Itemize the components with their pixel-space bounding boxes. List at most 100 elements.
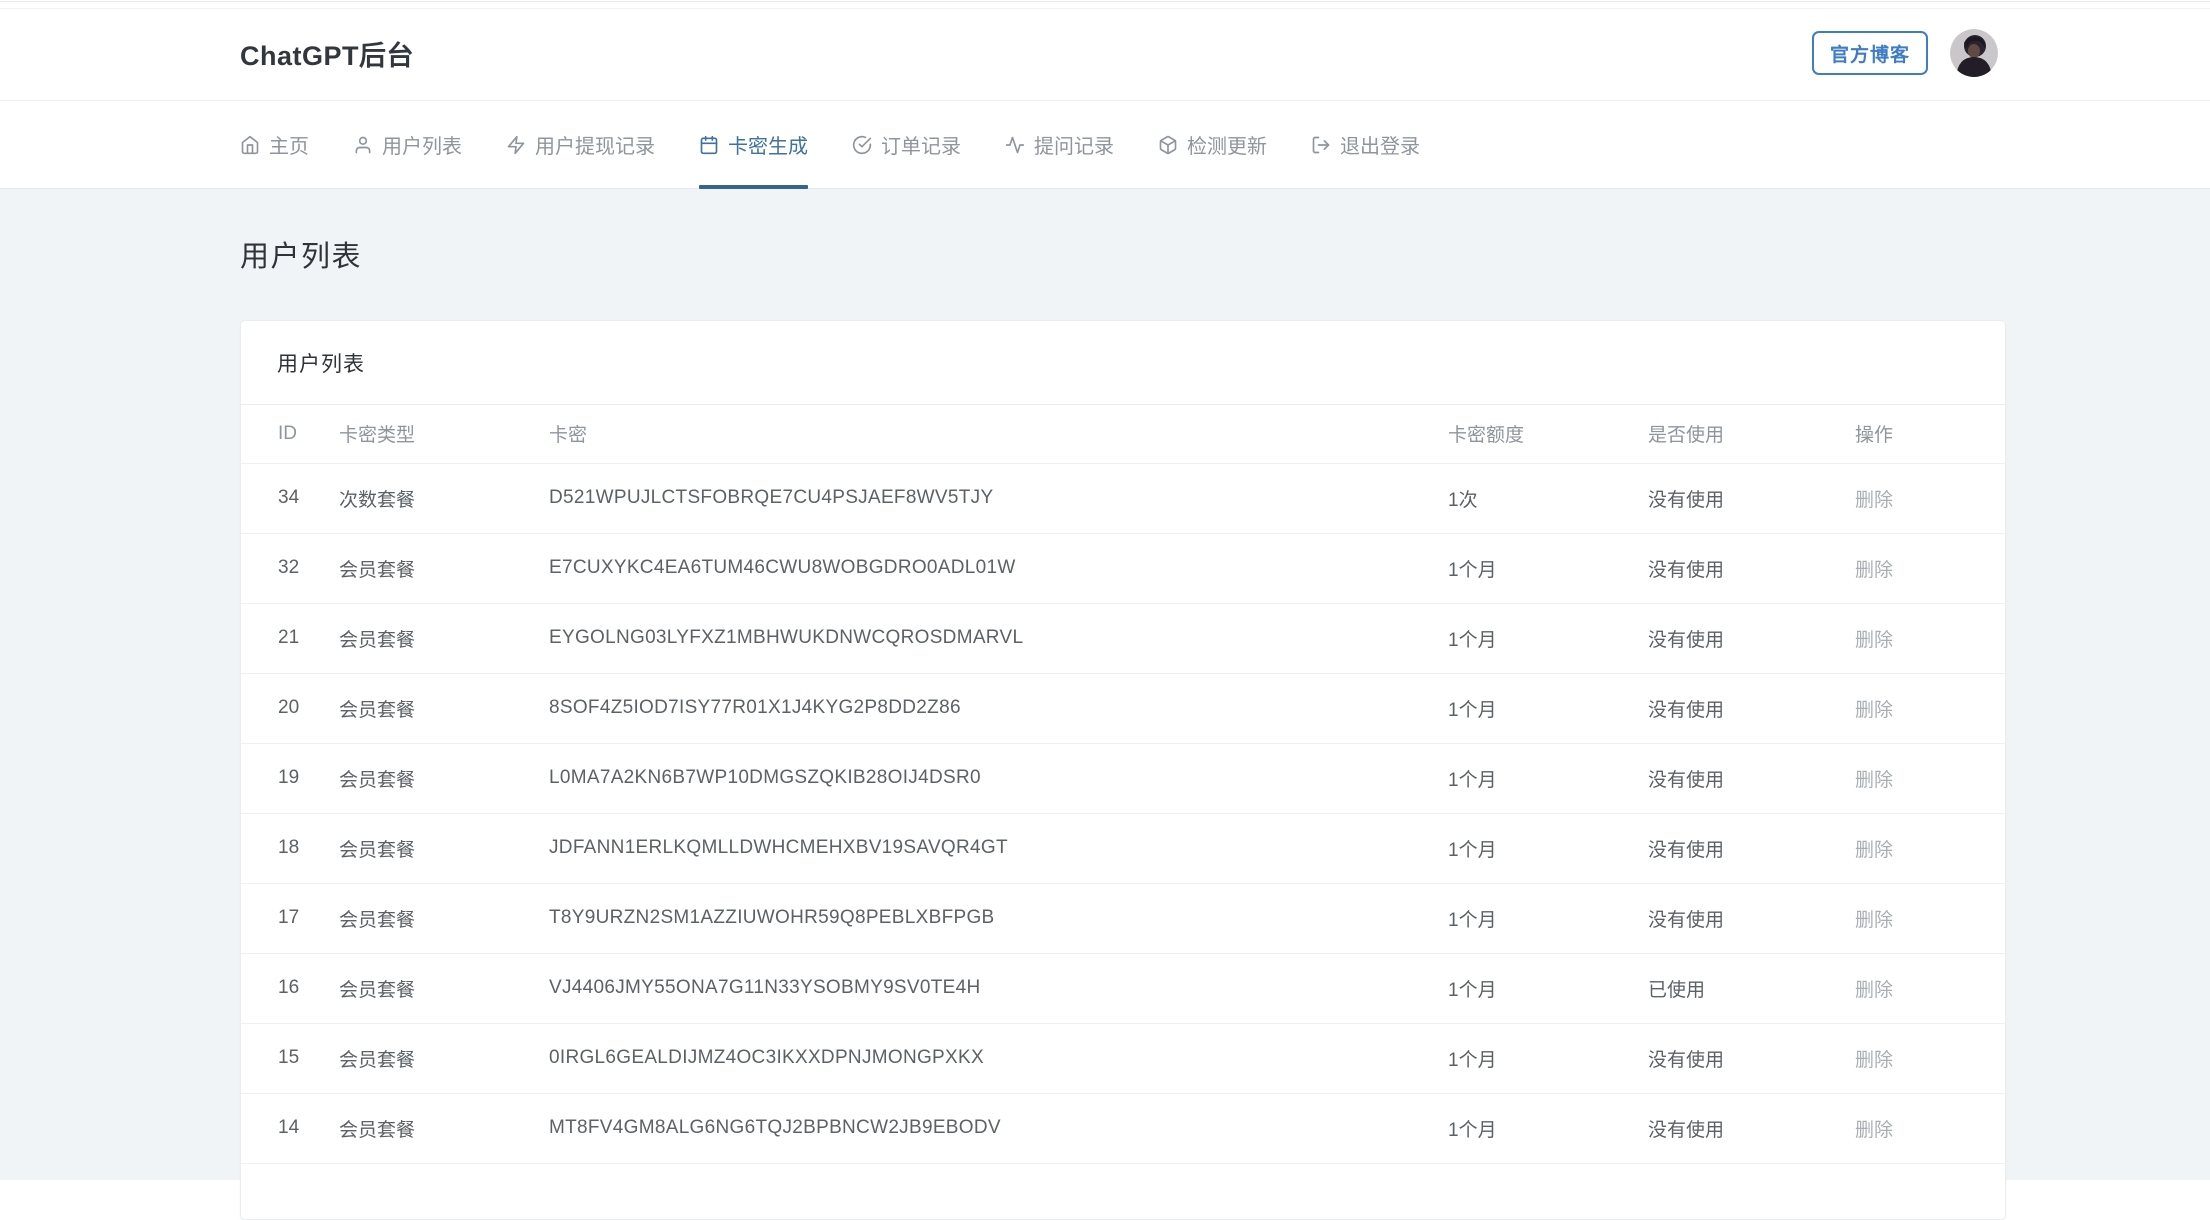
table-row: 20 会员套餐 8SOF4Z5IOD7ISY77R01X1J4KYG2P8DD2… bbox=[241, 673, 2007, 744]
card-keys-panel: 用户列表 ID 卡密类型 卡密 卡密额度 是否使用 操作 34 次数套餐 D52… bbox=[240, 320, 2007, 1220]
row-quota: 1个月 bbox=[1447, 673, 1647, 744]
row-id: 15 bbox=[241, 1023, 338, 1094]
nav-item-log-out[interactable]: 退出登录 bbox=[1311, 101, 1420, 188]
delete-button[interactable]: 删除 bbox=[1855, 1050, 1893, 1071]
top-hairline-2 bbox=[0, 8, 2210, 9]
page-title: 用户列表 bbox=[240, 241, 363, 273]
keys-table: ID 卡密类型 卡密 卡密额度 是否使用 操作 34 次数套餐 D521WPUJ… bbox=[241, 405, 2007, 1164]
nav-item-label: 主页 bbox=[269, 136, 309, 158]
nav-item-package[interactable]: 检测更新 bbox=[1158, 101, 1267, 188]
row-type: 会员套餐 bbox=[338, 743, 548, 814]
row-key: 0IRGL6GEALDIJMZ4OC3IKXXDPNJMONGPXKX bbox=[548, 1023, 1447, 1094]
delete-button[interactable]: 删除 bbox=[1855, 630, 1893, 651]
nav-item-user[interactable]: 用户列表 bbox=[353, 101, 462, 188]
table-row: 21 会员套餐 EYGOLNG03LYFXZ1MBHWUKDNWCQROSDMA… bbox=[241, 603, 2007, 674]
row-quota: 1个月 bbox=[1447, 603, 1647, 674]
row-key: E7CUXYKC4EA6TUM46CWU8WOBGDRO0ADL01W bbox=[548, 533, 1447, 604]
table-row: 18 会员套餐 JDFANN1ERLKQMLLDWHCMEHXBV19SAVQR… bbox=[241, 813, 2007, 884]
row-id: 20 bbox=[241, 673, 338, 744]
nav-item-label: 提问记录 bbox=[1034, 136, 1114, 158]
row-id: 14 bbox=[241, 1093, 338, 1164]
app-header: ChatGPT后台 官方博客 bbox=[0, 0, 2210, 101]
table-row: 16 会员套餐 VJ4406JMY55ONA7G11N33YSOBMY9SV0T… bbox=[241, 953, 2007, 1024]
nav-item-label: 用户提现记录 bbox=[535, 136, 655, 158]
col-used: 是否使用 bbox=[1647, 405, 1854, 464]
content: 用户列表 用户列表 ID 卡密类型 卡密 卡密额度 是否使用 操作 34 次数套… bbox=[0, 189, 2210, 1220]
nav-item-label: 退出登录 bbox=[1340, 136, 1420, 158]
check-circle-icon bbox=[852, 135, 872, 155]
delete-button[interactable]: 删除 bbox=[1855, 560, 1893, 581]
row-key: EYGOLNG03LYFXZ1MBHWUKDNWCQROSDMARVL bbox=[548, 603, 1447, 674]
row-id: 34 bbox=[241, 463, 338, 534]
row-type: 会员套餐 bbox=[338, 953, 548, 1024]
row-used: 没有使用 bbox=[1647, 533, 1854, 604]
table-header-row: ID 卡密类型 卡密 卡密额度 是否使用 操作 bbox=[241, 405, 2007, 464]
row-key: VJ4406JMY55ONA7G11N33YSOBMY9SV0TE4H bbox=[548, 953, 1447, 1024]
row-quota: 1次 bbox=[1447, 463, 1647, 534]
header-right: 官方博客 bbox=[1811, 29, 1998, 77]
calendar-icon bbox=[699, 135, 719, 155]
row-quota: 1个月 bbox=[1447, 813, 1647, 884]
nav-item-calendar[interactable]: 卡密生成 bbox=[699, 101, 808, 189]
col-action: 操作 bbox=[1854, 405, 2007, 464]
avatar[interactable] bbox=[1950, 29, 1998, 77]
nav-item-check-circle[interactable]: 订单记录 bbox=[852, 101, 961, 188]
row-id: 17 bbox=[241, 883, 338, 954]
delete-button[interactable]: 删除 bbox=[1855, 910, 1893, 931]
table-row: 32 会员套餐 E7CUXYKC4EA6TUM46CWU8WOBGDRO0ADL… bbox=[241, 533, 2007, 604]
col-type: 卡密类型 bbox=[338, 405, 548, 464]
row-id: 19 bbox=[241, 743, 338, 814]
table-row: 17 会员套餐 T8Y9URZN2SM1AZZIUWOHR59Q8PEBLXBF… bbox=[241, 883, 2007, 954]
row-quota: 1个月 bbox=[1447, 533, 1647, 604]
row-id: 21 bbox=[241, 603, 338, 674]
zap-icon bbox=[506, 135, 526, 155]
nav-item-home[interactable]: 主页 bbox=[240, 101, 309, 188]
home-icon bbox=[240, 135, 260, 155]
row-type: 会员套餐 bbox=[338, 1093, 548, 1164]
row-used: 没有使用 bbox=[1647, 813, 1854, 884]
row-key: JDFANN1ERLKQMLLDWHCMEHXBV19SAVQR4GT bbox=[548, 813, 1447, 884]
row-used: 没有使用 bbox=[1647, 1093, 1854, 1164]
top-hairline bbox=[0, 1, 2210, 2]
row-used: 没有使用 bbox=[1647, 673, 1854, 744]
row-key: 8SOF4Z5IOD7ISY77R01X1J4KYG2P8DD2Z86 bbox=[548, 673, 1447, 744]
main-nav: 主页 用户列表 用户提现记录 卡密生成 订单记录 提问记录 检测更新 退出登录 bbox=[0, 101, 2210, 189]
row-quota: 1个月 bbox=[1447, 743, 1647, 814]
row-type: 会员套餐 bbox=[338, 673, 548, 744]
row-key: D521WPUJLCTSFOBRQE7CU4PSJAEF8WV5TJY bbox=[548, 463, 1447, 534]
delete-button[interactable]: 删除 bbox=[1855, 490, 1893, 511]
nav-item-label: 订单记录 bbox=[881, 136, 961, 158]
delete-button[interactable]: 删除 bbox=[1855, 770, 1893, 791]
user-icon bbox=[353, 135, 373, 155]
row-key: MT8FV4GM8ALG6NG6TQJ2BPBNCW2JB9EBODV bbox=[548, 1093, 1447, 1164]
row-used: 没有使用 bbox=[1647, 603, 1854, 674]
delete-button[interactable]: 删除 bbox=[1855, 840, 1893, 861]
official-blog-button[interactable]: 官方博客 bbox=[1811, 31, 1928, 75]
row-quota: 1个月 bbox=[1447, 1023, 1647, 1094]
delete-button[interactable]: 删除 bbox=[1855, 700, 1893, 721]
table-row: 34 次数套餐 D521WPUJLCTSFOBRQE7CU4PSJAEF8WV5… bbox=[241, 463, 2007, 534]
card-title: 用户列表 bbox=[277, 352, 365, 376]
table-row: 14 会员套餐 MT8FV4GM8ALG6NG6TQJ2BPBNCW2JB9EB… bbox=[241, 1093, 2007, 1164]
user-photo-icon bbox=[1950, 29, 1998, 77]
log-out-icon bbox=[1311, 135, 1331, 155]
row-type: 会员套餐 bbox=[338, 533, 548, 604]
row-used: 没有使用 bbox=[1647, 743, 1854, 814]
nav-item-activity[interactable]: 提问记录 bbox=[1005, 101, 1114, 188]
row-used: 已使用 bbox=[1647, 953, 1854, 1024]
table-row: 19 会员套餐 L0MA7A2KN6B7WP10DMGSZQKIB28OIJ4D… bbox=[241, 743, 2007, 814]
row-id: 32 bbox=[241, 533, 338, 604]
table-row: 15 会员套餐 0IRGL6GEALDIJMZ4OC3IKXXDPNJMONGP… bbox=[241, 1023, 2007, 1094]
delete-button[interactable]: 删除 bbox=[1855, 980, 1893, 1001]
row-used: 没有使用 bbox=[1647, 463, 1854, 534]
row-quota: 1个月 bbox=[1447, 953, 1647, 1024]
row-type: 会员套餐 bbox=[338, 603, 548, 674]
delete-button[interactable]: 删除 bbox=[1855, 1120, 1893, 1141]
col-quota: 卡密额度 bbox=[1447, 405, 1647, 464]
row-key: L0MA7A2KN6B7WP10DMGSZQKIB28OIJ4DSR0 bbox=[548, 743, 1447, 814]
row-type: 次数套餐 bbox=[338, 463, 548, 534]
row-id: 16 bbox=[241, 953, 338, 1024]
nav-item-zap[interactable]: 用户提现记录 bbox=[506, 101, 655, 188]
row-type: 会员套餐 bbox=[338, 813, 548, 884]
activity-icon bbox=[1005, 135, 1025, 155]
